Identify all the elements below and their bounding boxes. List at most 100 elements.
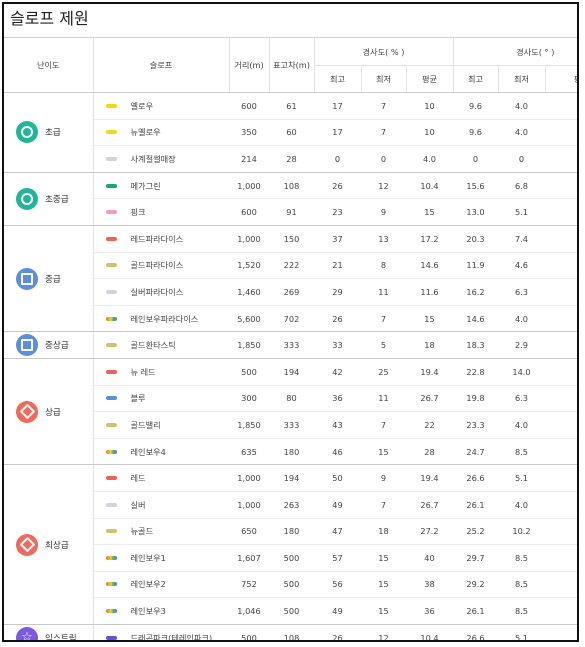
cell-davg: 19.8 <box>545 358 577 386</box>
cell-distance: 500 <box>229 624 269 640</box>
cell-elevation: 263 <box>269 491 314 519</box>
header-pct-max: 최고 <box>313 65 361 93</box>
slope-name: 사계절썰매장 <box>130 153 176 164</box>
cell-dmax: 26.6 <box>453 464 498 492</box>
table-row: 중급 레드파라다이스1,000150371317.220.37.412.4 <box>4 225 577 333</box>
cell-dmin: 5.1 <box>498 198 545 226</box>
slope-color-swatch <box>105 396 117 401</box>
level-cell: 초급 <box>4 92 94 173</box>
level-cell: 중급 <box>4 225 94 333</box>
slope-name: 실버파라다이스 <box>130 286 184 297</box>
cell-dmax: 25.2 <box>453 518 498 546</box>
circle-icon <box>16 187 38 210</box>
cell-dmax: 16.2 <box>453 278 498 306</box>
cell-pavg: 22 <box>406 411 453 439</box>
cell-distance: 1,046 <box>229 597 269 625</box>
slope-name: 블루 <box>130 393 146 404</box>
slope-color-swatch <box>105 343 117 348</box>
slope-name-cell: 블루 <box>93 385 229 413</box>
header-distance: 거리(m) <box>228 38 269 93</box>
table-row: 초급 옐로우60061177109.64.06.8 <box>4 92 577 173</box>
cell-davg: 7.97 <box>545 252 577 280</box>
cell-pmax: 17 <box>314 119 361 147</box>
cell-pmin: 8 <box>361 252 406 280</box>
cell-distance: 752 <box>229 571 269 599</box>
cell-dmax: 14.6 <box>453 305 498 333</box>
cell-pavg: 26.7 <box>406 385 453 413</box>
cell-dmax: 29.7 <box>453 544 498 572</box>
level-label: 초급 <box>45 128 61 139</box>
cell-pavg: 40 <box>406 544 453 572</box>
slope-color-swatch <box>105 449 117 454</box>
cell-davg: 17.2 <box>545 544 577 572</box>
cell-davg: 17.2 <box>545 518 577 546</box>
cell-davg: 10.2 <box>545 331 577 359</box>
cell-davg: 8.0 <box>545 198 577 226</box>
slope-name: 레인보우파라다이스 <box>130 313 199 324</box>
cell-elevation: 60 <box>269 119 314 147</box>
cell-dmax: 26.6 <box>453 624 498 640</box>
cell-elevation: 222 <box>269 252 314 280</box>
cell-distance: 1,460 <box>229 278 269 306</box>
slope-color-swatch <box>105 502 117 507</box>
slope-name: 레인보우4 <box>130 446 166 457</box>
square-icon <box>16 334 38 357</box>
level-label: 최상급 <box>45 540 69 551</box>
cell-dmax: 15.6 <box>453 172 498 200</box>
cell-pavg: 11.6 <box>406 278 453 306</box>
slope-name: 레드파라다이스 <box>130 233 184 244</box>
cell-pmin: 15 <box>361 438 406 466</box>
cell-distance: 600 <box>229 198 269 226</box>
cell-pmax: 33 <box>314 331 361 359</box>
cell-pmin: 12 <box>361 172 406 200</box>
cell-dmin: 7.4 <box>498 225 545 253</box>
cell-dmax: 22.8 <box>453 358 498 386</box>
cell-pmax: 57 <box>314 544 361 572</box>
cell-pmin: 25 <box>361 358 406 386</box>
cell-pavg: 27.2 <box>406 518 453 546</box>
cell-dmax: 23.3 <box>453 411 498 439</box>
cell-dmin: 0 <box>498 145 545 173</box>
slope-name: 골드환타스틱 <box>130 340 176 351</box>
slope-name: 실버 <box>130 499 146 510</box>
cell-pmin: 12 <box>361 624 406 640</box>
page-title: 슬로프 제원 <box>4 4 577 38</box>
cell-pmax: 43 <box>314 411 361 439</box>
cell-elevation: 91 <box>269 198 314 226</box>
cell-pavg: 38 <box>406 571 453 599</box>
cell-distance: 1,000 <box>229 225 269 253</box>
cell-pmax: 47 <box>314 518 361 546</box>
cell-elevation: 333 <box>269 331 314 359</box>
cell-distance: 214 <box>229 145 269 173</box>
header-pct-min: 최저 <box>360 65 406 93</box>
cell-elevation: 150 <box>269 225 314 253</box>
slope-name-cell: 뉴 레드 <box>93 358 229 386</box>
cell-pavg: 10 <box>406 119 453 147</box>
cell-distance: 500 <box>229 358 269 386</box>
slope-color-swatch <box>105 582 117 587</box>
header-slope: 슬로프 <box>92 38 229 93</box>
cell-pmin: 11 <box>361 278 406 306</box>
slope-name-cell: 레인보우1 <box>93 544 229 572</box>
cell-dmin: 4.0 <box>498 411 545 439</box>
cell-distance: 1,000 <box>229 172 269 200</box>
cell-dmin: 6.3 <box>498 278 545 306</box>
cell-distance: 5,600 <box>229 305 269 333</box>
cell-distance: 1,520 <box>229 252 269 280</box>
cell-distance: 1,000 <box>229 491 269 519</box>
slope-name: 레드 <box>130 473 146 484</box>
cell-elevation: 28 <box>269 145 314 173</box>
cell-pavg: 26.7 <box>406 491 453 519</box>
cell-elevation: 269 <box>269 278 314 306</box>
cell-davg: 6.3 <box>545 119 577 147</box>
slope-color-swatch <box>105 476 117 481</box>
cell-distance: 350 <box>229 119 269 147</box>
cell-pmax: 21 <box>314 252 361 280</box>
slope-name: 골드밸리 <box>130 419 161 430</box>
slope-name-cell: 레드파라다이스 <box>93 225 229 253</box>
header-deg-min: 최저 <box>497 65 545 93</box>
table-row: ☆ 익스트림 드래곤파크(테레인파크) 500 108 26 12 10.4 26.6 5.1… <box>4 624 577 640</box>
cell-davg: 6.8 <box>545 92 577 120</box>
diamond-icon <box>16 533 38 556</box>
cell-pavg: 15 <box>406 198 453 226</box>
